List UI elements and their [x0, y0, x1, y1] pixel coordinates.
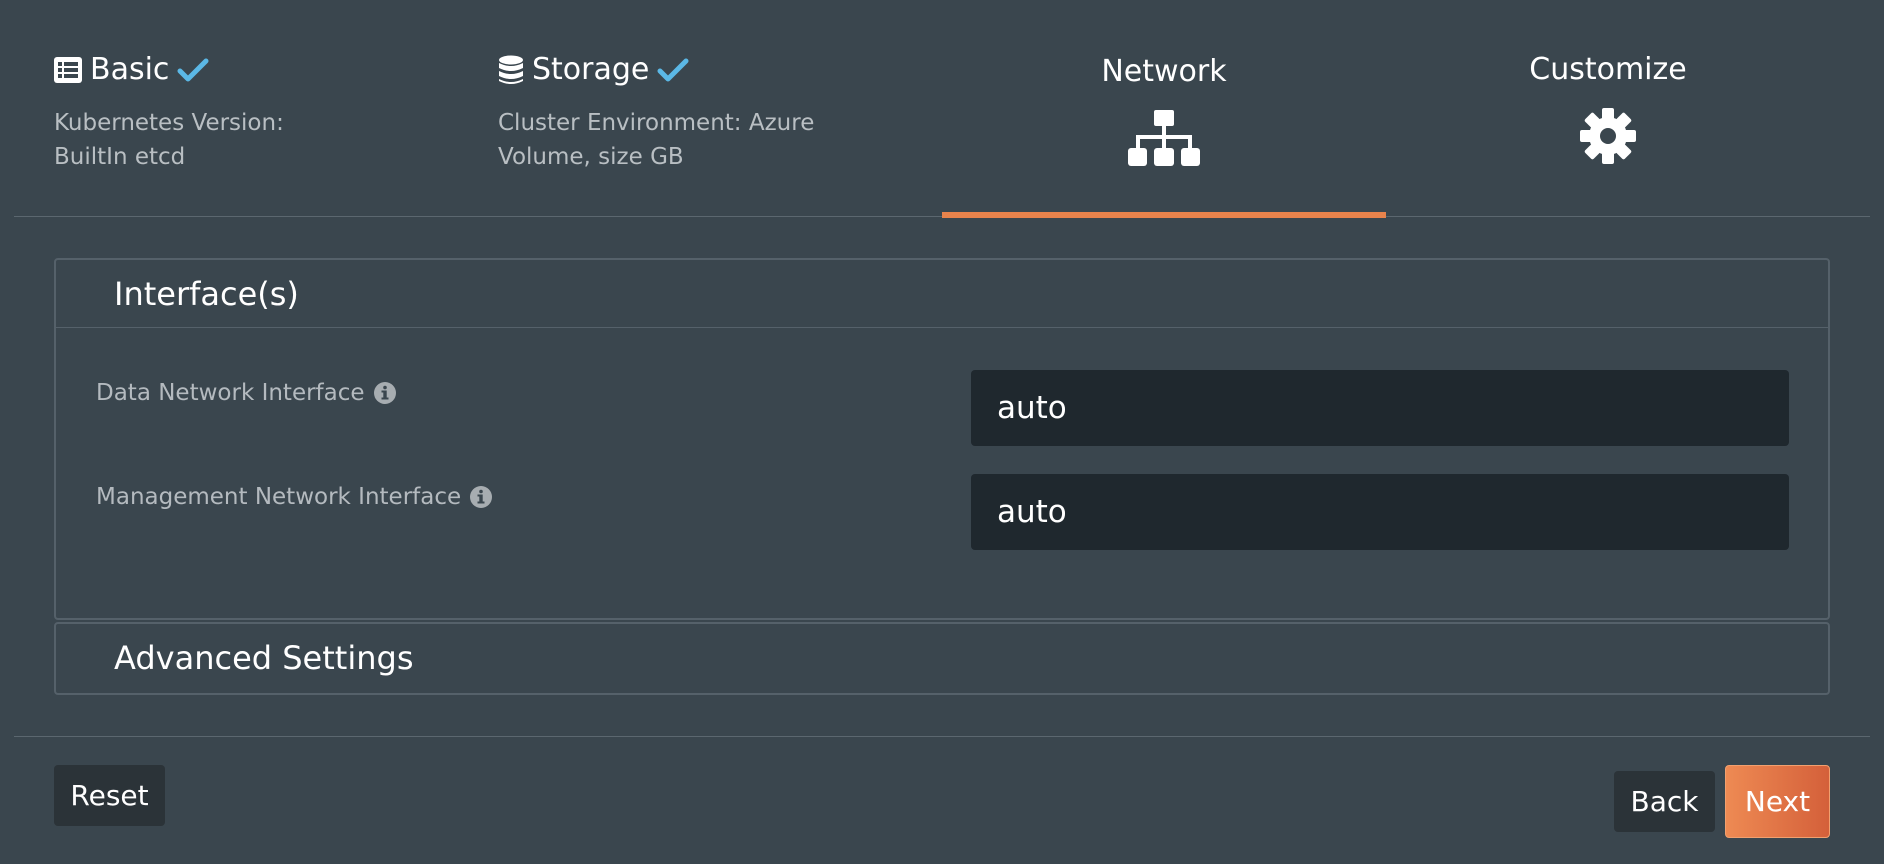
info-icon[interactable]: [373, 381, 397, 405]
management-network-interface-label-text: Management Network Interface: [96, 484, 462, 510]
check-icon: [657, 57, 689, 83]
data-network-interface-input[interactable]: [971, 370, 1789, 446]
reset-button[interactable]: Reset: [54, 765, 165, 826]
step-storage-label: Storage: [532, 52, 650, 87]
advanced-settings-header[interactable]: Advanced Settings: [56, 624, 1828, 692]
footer-divider: [14, 736, 1870, 737]
step-network-label: Network: [1101, 54, 1227, 89]
check-icon: [177, 57, 209, 83]
step-basic[interactable]: Basic Kubernetes Version: BuiltIn etcd: [14, 0, 458, 217]
advanced-settings-title: Advanced Settings: [114, 639, 414, 677]
step-basic-label: Basic: [90, 52, 170, 87]
active-step-indicator: [942, 212, 1386, 218]
step-network[interactable]: Network: [942, 0, 1386, 218]
interfaces-panel-header[interactable]: Interface(s): [56, 260, 1828, 328]
interfaces-title: Interface(s): [114, 274, 299, 313]
management-network-interface-input[interactable]: [971, 474, 1789, 550]
data-network-interface-label: Data Network Interface: [96, 380, 397, 406]
data-network-interface-label-text: Data Network Interface: [96, 380, 365, 406]
data-network-interface-row: Data Network Interface: [56, 370, 1828, 446]
info-icon[interactable]: [469, 485, 493, 509]
back-button[interactable]: Back: [1614, 771, 1715, 832]
step-basic-desc-line1: Kubernetes Version:: [54, 110, 284, 136]
step-basic-title: Basic: [54, 52, 209, 87]
step-basic-desc-line2: BuiltIn etcd: [54, 144, 186, 170]
step-storage[interactable]: Storage Cluster Environment: Azure Volum…: [458, 0, 902, 217]
list-icon: [54, 56, 82, 83]
next-button[interactable]: Next: [1725, 765, 1830, 838]
management-network-interface-row: Management Network Interface: [56, 474, 1828, 550]
gear-icon: [1386, 108, 1830, 164]
step-customize-label: Customize: [1529, 52, 1687, 87]
step-basic-description: Kubernetes Version: BuiltIn etcd: [54, 106, 284, 174]
step-storage-desc-line1: Cluster Environment: Azure: [498, 110, 815, 136]
step-storage-description: Cluster Environment: Azure Volume, size …: [498, 106, 814, 174]
wizard-steps: Basic Kubernetes Version: BuiltIn etcd S…: [14, 0, 1870, 218]
database-icon: [498, 55, 524, 85]
management-network-interface-label: Management Network Interface: [96, 484, 493, 510]
wizard-page: Basic Kubernetes Version: BuiltIn etcd S…: [0, 0, 1884, 864]
step-customize[interactable]: Customize: [1386, 0, 1830, 217]
interfaces-panel: Interface(s) Data Network Interface auto…: [54, 258, 1830, 620]
step-storage-title: Storage: [498, 52, 689, 87]
step-storage-desc-line2: Volume, size GB: [498, 144, 684, 170]
sitemap-icon: [942, 110, 1386, 168]
advanced-settings-panel[interactable]: Advanced Settings: [54, 622, 1830, 695]
